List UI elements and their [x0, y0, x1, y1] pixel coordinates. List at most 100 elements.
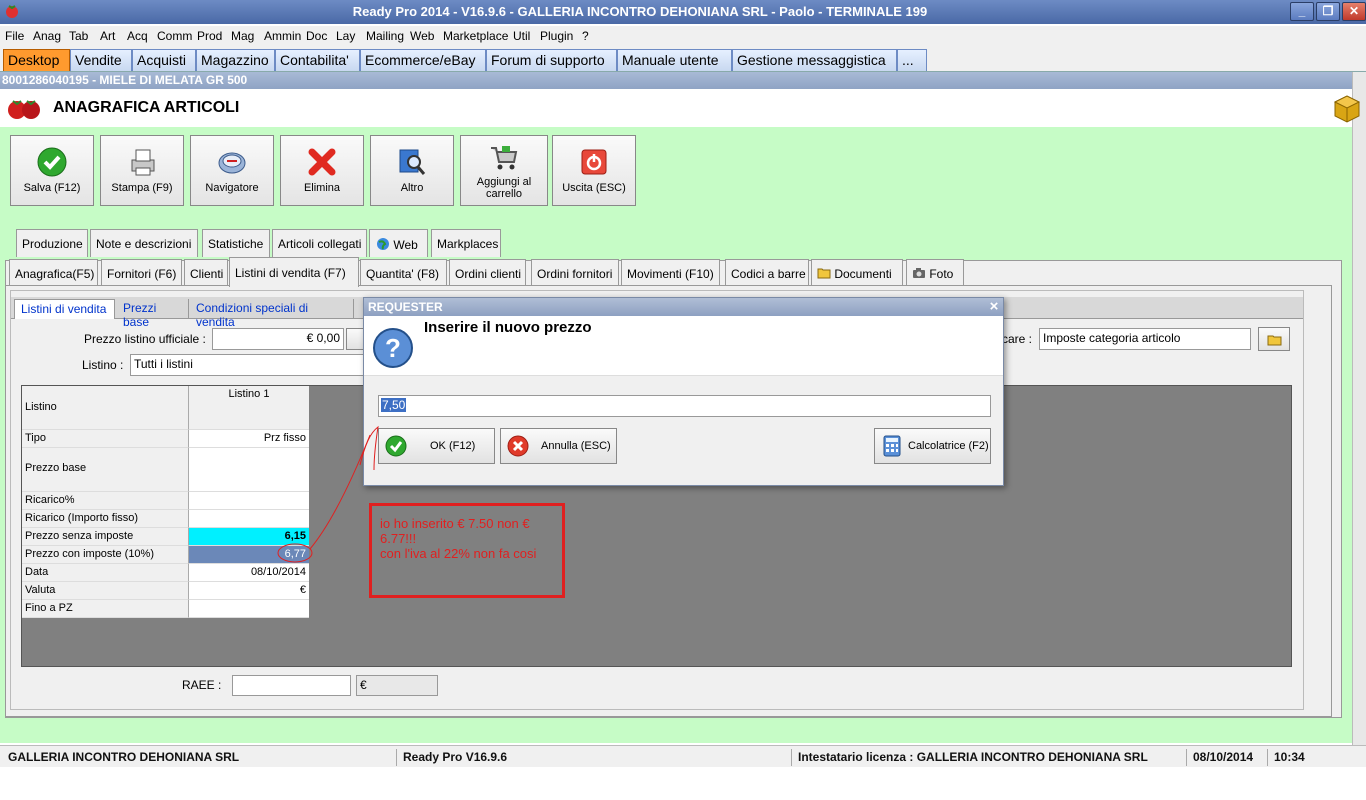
tab-ordini-clienti[interactable]: Ordini clienti [449, 259, 526, 287]
subtab-listini[interactable]: Listini di vendita [14, 299, 115, 319]
add-to-cart-label: Aggiungi al carrello [476, 176, 532, 200]
tab-documenti[interactable]: Documenti [811, 259, 903, 287]
delete-button[interactable]: Elimina [280, 135, 364, 206]
grid-row-label: Ricarico (Importo fisso) [22, 510, 189, 528]
status-company: GALLERIA INCONTRO DEHONIANA SRL [8, 750, 240, 764]
save-label: Salva (F12) [23, 182, 81, 194]
grid-cell[interactable] [189, 600, 309, 618]
add-to-cart-button[interactable]: Aggiungi al carrello [460, 135, 548, 206]
box-icon [1332, 93, 1362, 123]
requester-dialog: REQUESTER × ? Inserire il nuovo prezzo 7… [363, 297, 1004, 486]
app-tabs: Desktop Vendite Acquisti Magazzino Conta… [0, 46, 1366, 72]
apptab-more[interactable]: ... [897, 49, 927, 71]
print-button[interactable]: Stampa (F9) [100, 135, 184, 206]
document-bar: 8001286040195 - MIELE DI MELATA GR 500 [0, 72, 1352, 89]
menu-tab[interactable]: Tab [69, 29, 88, 43]
tab-note[interactable]: Note e descrizioni [90, 229, 198, 257]
cancel-button[interactable]: Annulla (ESC) [500, 428, 617, 464]
page-header: ANAGRAFICA ARTICOLI [0, 89, 1361, 127]
imposte-label: care : [1002, 332, 1033, 346]
apptab-manuale[interactable]: Manuale utente [617, 49, 732, 71]
tab-foto[interactable]: Foto [906, 259, 964, 287]
calculator-button[interactable]: Calcolatrice (F2) [874, 428, 991, 464]
tab-web[interactable]: Web [369, 229, 428, 257]
menu-marketplace[interactable]: Marketplace [443, 29, 508, 43]
apptab-messaggistica[interactable]: Gestione messaggistica [732, 49, 897, 71]
folder-open-icon [1267, 333, 1283, 347]
menu-util[interactable]: Util [513, 29, 530, 43]
dialog-close-button[interactable]: × [986, 298, 1002, 316]
tab-markplaces[interactable]: Markplaces [431, 229, 501, 257]
menu-acq[interactable]: Acq [127, 29, 148, 43]
navigator-label: Navigatore [205, 182, 259, 194]
apptab-desktop[interactable]: Desktop [3, 49, 70, 71]
grid-row-label: Valuta [22, 582, 189, 600]
print-label: Stampa (F9) [111, 182, 173, 194]
raee-input[interactable] [232, 675, 351, 696]
tab-fornitori[interactable]: Fornitori (F6) [101, 259, 182, 287]
imposte-select[interactable]: Imposte categoria articolo [1039, 328, 1251, 350]
raee-label: RAEE : [182, 678, 222, 692]
page-title: ANAGRAFICA ARTICOLI [53, 99, 240, 116]
prezzo-listino-label: Prezzo listino ufficiale : [84, 332, 206, 346]
grid-cell[interactable]: € [189, 582, 309, 600]
menu-plugin[interactable]: Plugin [540, 29, 573, 43]
window-title: Ready Pro 2014 - V16.9.6 - GALLERIA INCO… [352, 4, 928, 19]
cancel-icon [507, 435, 529, 457]
tab-web-label: Web [393, 238, 418, 252]
calculator-icon [881, 435, 903, 457]
menu-doc[interactable]: Doc [306, 29, 327, 43]
tab-listini-vendita[interactable]: Listini di vendita (F7) [229, 257, 359, 287]
apptab-vendite[interactable]: Vendite [70, 49, 132, 71]
tab-ordini-fornitori[interactable]: Ordini fornitori [531, 259, 619, 287]
tab-statistiche[interactable]: Statistiche [202, 229, 270, 257]
menu-art[interactable]: Art [100, 29, 115, 43]
menu-anag[interactable]: Anag [33, 29, 61, 43]
annotation-line: con l'iva al 22% non fa cosi [380, 546, 537, 561]
menu-lay[interactable]: Lay [336, 29, 355, 43]
tab-articoli-collegati[interactable]: Articoli collegati [272, 229, 367, 257]
imposte-folder-button[interactable] [1258, 327, 1290, 351]
tab-codici-barre[interactable]: Codici a barre [725, 259, 809, 287]
menu-file[interactable]: File [5, 29, 24, 43]
tab-clienti[interactable]: Clienti [184, 259, 228, 287]
tab-anagrafica[interactable]: Anagrafica(F5) [9, 259, 98, 287]
navigator-button[interactable]: Navigatore [190, 135, 274, 206]
title-bar: Ready Pro 2014 - V16.9.6 - GALLERIA INCO… [0, 0, 1366, 24]
save-button[interactable]: Salva (F12) [10, 135, 94, 206]
vertical-scrollbar[interactable] [1352, 72, 1366, 748]
apptab-contabilita[interactable]: Contabilita' [275, 49, 360, 71]
subtab-prezzi-base[interactable]: Prezzi base [117, 299, 189, 329]
status-bar: GALLERIA INCONTRO DEHONIANA SRL Ready Pr… [0, 745, 1366, 767]
close-button[interactable]: ✕ [1342, 2, 1366, 21]
more-button[interactable]: Altro [370, 135, 454, 206]
cart-icon [488, 142, 520, 174]
menu-mag[interactable]: Mag [231, 29, 254, 43]
apptab-magazzino[interactable]: Magazzino [196, 49, 275, 71]
grid-row-label: Prezzo senza imposte [22, 528, 189, 546]
delete-label: Elimina [303, 182, 341, 194]
tab-movimenti[interactable]: Movimenti (F10) [621, 259, 720, 287]
exit-button[interactable]: Uscita (ESC) [552, 135, 636, 206]
grid-row-label: Tipo [22, 430, 189, 448]
menu-help[interactable]: ? [582, 29, 589, 43]
apptab-ecommerce[interactable]: Ecommerce/eBay [360, 49, 486, 71]
apptab-forum[interactable]: Forum di supporto [486, 49, 617, 71]
grid-row-label: Data [22, 564, 189, 582]
tab-produzione[interactable]: Produzione [16, 229, 88, 257]
menu-comm[interactable]: Comm [157, 29, 192, 43]
listino-select[interactable]: Tutti i listini [130, 354, 366, 376]
apptab-acquisti[interactable]: Acquisti [132, 49, 196, 71]
menu-mailing[interactable]: Mailing [366, 29, 404, 43]
check-icon [36, 146, 68, 178]
menu-web[interactable]: Web [410, 29, 434, 43]
restore-button[interactable]: ❐ [1316, 2, 1340, 21]
subtab-condizioni[interactable]: Condizioni speciali di vendita [190, 299, 354, 329]
tab-quantita[interactable]: Quantita' (F8) [360, 259, 447, 287]
minimize-button[interactable]: _ [1290, 2, 1314, 21]
menu-ammin[interactable]: Ammin [264, 29, 301, 43]
status-license: Intestatario licenza : GALLERIA INCONTRO… [791, 749, 1187, 766]
price-input[interactable]: 7,50 [378, 395, 991, 417]
menu-prod[interactable]: Prod [197, 29, 222, 43]
prezzo-listino-input[interactable]: € 0,00 [212, 328, 344, 350]
